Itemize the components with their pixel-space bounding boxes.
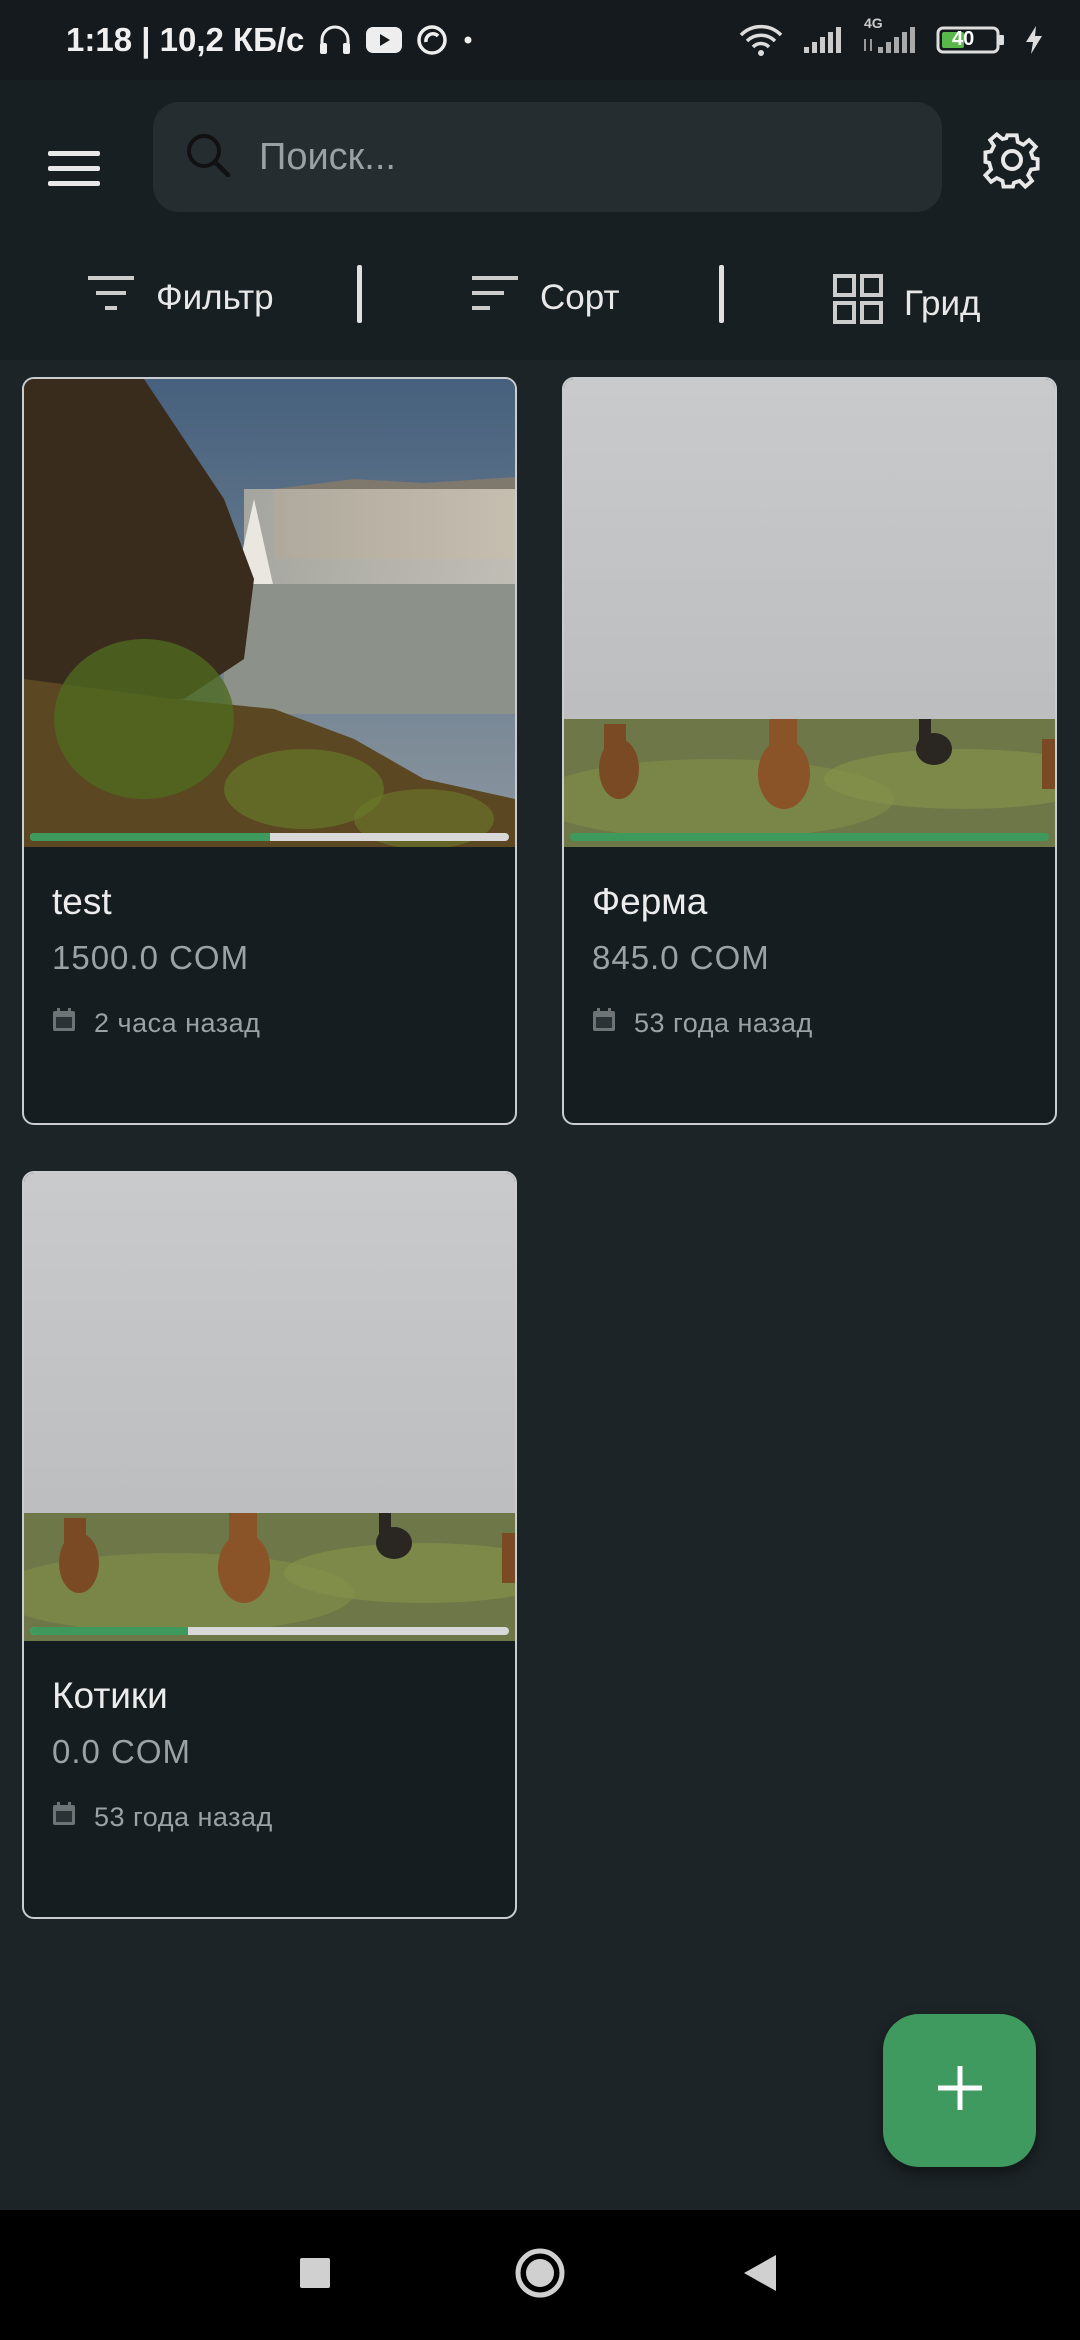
search-input[interactable] [259,135,939,179]
menu-icon[interactable] [48,138,108,198]
grid-icon [832,273,884,334]
project-title: test [52,881,112,922]
back-triangle-icon [742,2253,778,2298]
signal-4g-icon: 4G [860,15,918,55]
project-price: 0.0 COM [52,1733,192,1770]
status-time: 1:18 | 10,2 КБ/с [66,21,305,58]
add-project-button[interactable] [883,2014,1036,2167]
sort-button[interactable]: Сорт [470,273,619,322]
toolbar: Фильтр Сорт Грид [0,255,1080,345]
project-title: Котики [52,1675,168,1716]
project-date-row: 2 часа назад [52,1007,260,1040]
signal-icon [802,25,842,55]
project-date-row: 53 года назад [52,1801,273,1834]
wifi-icon [738,23,784,57]
home-button[interactable] [480,2210,600,2340]
project-card[interactable]: Ферма 845.0 COM 53 года назад [562,377,1057,1125]
view-mode-button[interactable]: Грид [832,273,980,334]
toolbar-divider [357,265,362,323]
project-date: 53 года назад [634,1008,813,1038]
headphones-icon [318,24,352,56]
filter-icon [86,273,136,322]
square-icon [298,2256,332,2295]
status-right: 4G 40 [738,15,1044,57]
project-thumbnail [564,379,1055,847]
project-thumbnail [24,379,515,849]
toolbar-divider [719,265,724,323]
project-card[interactable]: Котики 0.0 COM 53 года назад [22,1171,517,1919]
project-title: Ферма [592,881,708,922]
network-label: 4G [864,15,883,31]
notification-dot-icon [462,34,474,46]
filter-button[interactable]: Фильтр [86,273,274,322]
system-nav-bar [0,2210,1080,2340]
project-price: 1500.0 COM [52,939,250,976]
search-bar[interactable] [153,102,942,212]
sort-icon [470,273,520,322]
plus-icon [935,2063,985,2118]
battery-level: 40 [952,28,975,50]
app-bar: Фильтр Сорт Грид [0,80,1080,360]
battery-icon: 40 [936,25,1006,55]
youtube-icon [366,27,403,53]
budget-progress-bar [570,833,1049,841]
view-mode-label: Грид [904,283,981,323]
calendar-icon [592,1007,616,1040]
status-left: 1:18 | 10,2 КБ/с [66,21,474,59]
recent-apps-button[interactable] [255,2210,375,2340]
sort-label: Сорт [540,277,620,317]
back-button[interactable] [700,2210,820,2340]
calendar-icon [52,1801,76,1834]
circle-icon [514,2247,566,2304]
vpn-icon [416,24,448,56]
project-card[interactable]: test 1500.0 COM 2 часа назад [22,377,517,1125]
project-thumbnail [24,1173,515,1641]
budget-progress-bar [30,833,509,841]
project-date-row: 53 года назад [592,1007,813,1040]
settings-gear-icon[interactable] [982,130,1042,190]
calendar-icon [52,1007,76,1040]
project-date: 53 года назад [94,1802,273,1832]
status-bar: 1:18 | 10,2 КБ/с 4G 40 [0,0,1080,80]
budget-progress-bar [30,1627,509,1635]
filter-label: Фильтр [156,277,274,317]
project-date: 2 часа назад [94,1008,261,1038]
search-icon [185,132,231,183]
charging-icon [1024,25,1044,55]
project-price: 845.0 COM [592,939,770,976]
